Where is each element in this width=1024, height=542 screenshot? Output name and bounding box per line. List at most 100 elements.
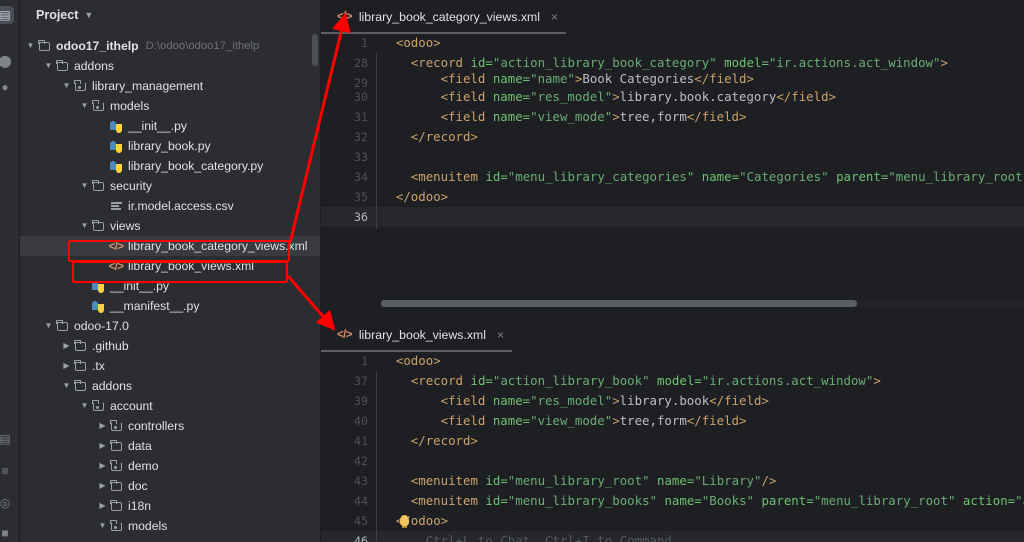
code-line-text: </record>	[410, 129, 478, 144]
tree-item[interactable]: ▼library_book.py	[20, 136, 320, 156]
tree-item[interactable]: ▼library_book_category.py	[20, 156, 320, 176]
code-line[interactable]: 45 </odoo>	[321, 511, 1024, 531]
tool-window-strip: ▤ ⬤ ● ▤ ≡ ◎ ■	[0, 0, 20, 542]
line-number: 1	[361, 354, 368, 368]
tree-item[interactable]: ▼ models	[20, 96, 320, 116]
tree-item[interactable]: ▼ir.model.access.csv	[20, 196, 320, 216]
code-line[interactable]: 36	[321, 207, 1024, 227]
tree-item-label: i18n	[128, 499, 152, 513]
tree-item[interactable]: ▼</>library_book_views.xml	[20, 256, 320, 276]
code-line[interactable]: 32 </record>	[321, 127, 1024, 147]
code-line[interactable]: 29 <field name="name">Book Categories</fi…	[321, 73, 1024, 87]
code-line[interactable]: 31 <field name="view_mode">tree,form</fie…	[321, 107, 1024, 127]
code-line[interactable]: 42	[321, 451, 1024, 471]
folder-icon	[54, 56, 70, 76]
intention-bulb-icon[interactable]	[399, 515, 409, 528]
chevron-down-icon[interactable]: ▼	[79, 216, 90, 236]
tree-item[interactable]: ▼__manifest__.py	[20, 296, 320, 316]
code-line[interactable]: 1 <odoo>	[321, 33, 1024, 53]
tree-item-label: addons	[92, 379, 132, 393]
code-line[interactable]: 40 <field name="view_mode">tree,form</fie…	[321, 411, 1024, 431]
line-number: 43	[354, 474, 368, 488]
chevron-down-icon[interactable]: ▼	[61, 376, 72, 396]
chevron-right-icon[interactable]: ▶	[61, 336, 72, 356]
code-line[interactable]: 41 </record>	[321, 431, 1024, 451]
code-line[interactable]: 33	[321, 147, 1024, 167]
tree-item[interactable]: ▶ doc	[20, 476, 320, 496]
chevron-down-icon[interactable]: ▼	[97, 516, 108, 536]
code-line[interactable]: 30 <field name="res_model">library.book.c…	[321, 87, 1024, 107]
close-icon[interactable]: ×	[551, 10, 558, 24]
tree-item-selected[interactable]: ▼</>library_book_category_views.xml	[20, 236, 320, 256]
code-line[interactable]: 1 <odoo>	[321, 351, 1024, 371]
code-line[interactable]: 28 <record id="action_library_book_catego…	[321, 53, 1024, 73]
chevron-down-icon[interactable]: ▼	[79, 96, 90, 116]
chevron-down-icon[interactable]: ▼	[25, 36, 36, 56]
line-number: 32	[354, 130, 368, 144]
tree-item[interactable]: ▼ account	[20, 396, 320, 416]
tree-item[interactable]: ▼ odoo-17.0	[20, 316, 320, 336]
code-line[interactable]: 34 <menuitem id="menu_library_categories"…	[321, 167, 1024, 187]
csv-file-icon	[108, 196, 124, 216]
tree-item[interactable]: ▶ .github	[20, 336, 320, 356]
tree-item[interactable]: ▼ addons	[20, 376, 320, 396]
line-number: 41	[354, 434, 368, 448]
code-line-text: <field name="name">Book Categories</fiel…	[440, 73, 754, 86]
code-line[interactable]: 46 Ctrl+L to Chat, Ctrl+I to Command	[321, 531, 1024, 542]
tree-item[interactable]: ▼__init__.py	[20, 116, 320, 136]
pull-requests-icon[interactable]: ●	[0, 78, 14, 96]
tree-item-label: views	[110, 219, 141, 233]
chevron-right-icon[interactable]: ▶	[61, 356, 72, 376]
chevron-down-icon[interactable]: ▼	[43, 56, 54, 76]
horizontal-scrollbar-top[interactable]	[381, 300, 857, 307]
tree-item[interactable]: ▼ addons	[20, 56, 320, 76]
tab-library-book-views-xml[interactable]: </> library_book_views.xml ×	[329, 318, 512, 351]
tree-item[interactable]: ▶ .tx	[20, 356, 320, 376]
chevron-right-icon[interactable]: ▶	[97, 496, 108, 516]
terminal-icon[interactable]: ≡	[0, 462, 14, 480]
folder-icon	[36, 36, 52, 56]
more-tool-windows-icon[interactable]: ■	[0, 524, 14, 542]
tree-item[interactable]: ▶ i18n	[20, 496, 320, 516]
tree-item[interactable]: ▼ views	[20, 216, 320, 236]
problems-icon[interactable]: ◎	[0, 494, 14, 512]
chevron-right-icon[interactable]: ▶	[97, 456, 108, 476]
tree-item-label: demo	[128, 459, 159, 473]
tree-item[interactable]: ▶ data	[20, 436, 320, 456]
tree-item[interactable]: ▼ models	[20, 516, 320, 536]
chevron-down-icon[interactable]: ▼	[43, 316, 54, 336]
tree-item-label: library_book_category.py	[128, 159, 264, 173]
code-line[interactable]: 43 <menuitem id="menu_library_root" name=…	[321, 471, 1024, 491]
line-number: 46	[354, 534, 368, 542]
chevron-down-icon[interactable]: ▼	[79, 396, 90, 416]
tree-item[interactable]: ▶ demo	[20, 456, 320, 476]
tree-item[interactable]: ▼ security	[20, 176, 320, 196]
chevron-right-icon[interactable]: ▶	[97, 476, 108, 496]
tree-item[interactable]: ▼ library_management	[20, 76, 320, 96]
sidebar-scrollbar[interactable]	[312, 34, 318, 66]
project-panel-header[interactable]: Project ▼	[20, 0, 320, 30]
chevron-right-icon[interactable]: ▶	[97, 416, 108, 436]
code-line-text: <menuitem id="menu_library_root" name="L…	[410, 473, 777, 488]
chevron-down-icon[interactable]: ▼	[61, 76, 72, 96]
python-file-icon	[108, 116, 124, 136]
code-line[interactable]: 44 <menuitem id="menu_library_books" name…	[321, 491, 1024, 511]
tree-item[interactable]: ▶ controllers	[20, 416, 320, 436]
project-icon[interactable]: ▤	[0, 6, 14, 24]
tab-library-book-category-views-xml[interactable]: </> library_book_category_views.xml ×	[329, 0, 566, 33]
chevron-down-icon[interactable]: ▼	[84, 10, 93, 20]
code-line[interactable]: 39 <field name="res_model">library.book</…	[321, 391, 1024, 411]
line-number: 39	[354, 394, 368, 408]
close-icon[interactable]: ×	[497, 328, 504, 342]
chevron-down-icon[interactable]: ▼	[79, 176, 90, 196]
commit-icon[interactable]: ⬤	[0, 52, 14, 70]
tree-item[interactable]: ▼ odoo17_ithelp D:\odoo\odoo17_ithelp	[20, 36, 320, 56]
code-line-text: <odoo>	[395, 35, 441, 50]
chevron-right-icon[interactable]: ▶	[97, 436, 108, 456]
tree-item[interactable]: ▼__init__.py	[20, 276, 320, 296]
code-line[interactable]: 37 <record id="action_library_book" model…	[321, 371, 1024, 391]
code-editor-top[interactable]: 1 <odoo> 28 <record id="action_library_book…	[321, 33, 1024, 229]
code-editor-bottom[interactable]: 1 <odoo> 37 <record id="action_library_book…	[321, 351, 1024, 542]
code-line[interactable]: 35 </odoo>	[321, 187, 1024, 207]
structure-icon[interactable]: ▤	[0, 430, 14, 448]
